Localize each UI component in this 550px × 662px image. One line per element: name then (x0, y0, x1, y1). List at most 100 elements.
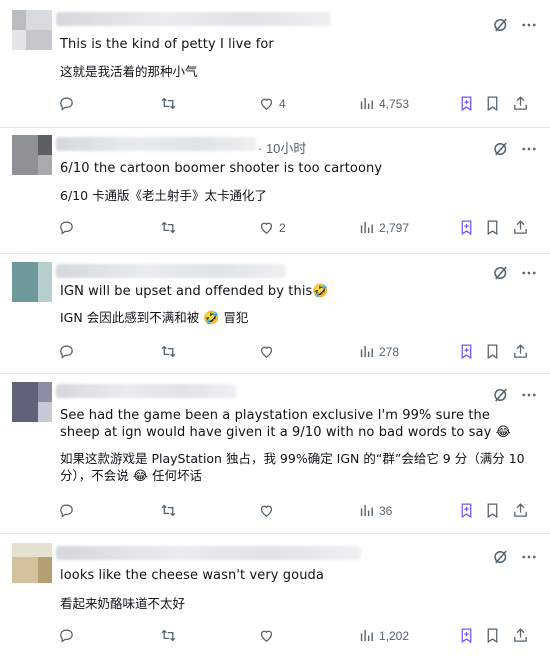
joy-emoji: 😂 (132, 469, 148, 484)
retweet-button[interactable] (160, 343, 181, 360)
retweet-button[interactable] (160, 627, 181, 644)
reply-icon (58, 343, 75, 360)
bookmark-plus-icon (458, 627, 475, 644)
heart-icon (258, 502, 275, 519)
bookmark-icon (484, 95, 501, 112)
retweet-icon (160, 502, 177, 519)
avatar[interactable] (12, 382, 52, 422)
like-button[interactable] (258, 502, 279, 519)
more-icon[interactable] (520, 16, 538, 34)
bookmark-button[interactable] (484, 627, 501, 644)
views-button[interactable]: 36 (358, 502, 392, 519)
share-icon (512, 502, 529, 519)
views-button[interactable]: 4,753 (358, 95, 409, 112)
share-button[interactable] (512, 343, 529, 360)
reply-icon (58, 219, 75, 236)
share-button[interactable] (512, 95, 529, 112)
views-icon (358, 95, 375, 112)
heart-icon (258, 219, 275, 236)
retweet-button[interactable] (160, 95, 181, 112)
reply-post[interactable]: See had the game been a playstation excl… (0, 374, 550, 534)
reply-button[interactable] (58, 502, 79, 519)
share-button[interactable] (512, 219, 529, 236)
retweet-icon (160, 343, 177, 360)
grok-icon[interactable] (492, 548, 510, 566)
grok-icon[interactable] (492, 140, 510, 158)
avatar[interactable] (12, 543, 52, 583)
share-icon (512, 627, 529, 644)
post-text-zh: IGN 会因此感到不满和被 🤣 冒犯 (60, 310, 249, 326)
like-button[interactable] (258, 627, 279, 644)
post-text-zh: 如果这款游戏是 PlayStation 独占，我 99%确定 IGN 的“群”会… (60, 451, 525, 484)
bookmark-button[interactable] (484, 343, 501, 360)
bookmark-plus-icon (458, 95, 475, 112)
retweet-button[interactable] (160, 502, 181, 519)
bookmark-plus-button[interactable] (458, 502, 475, 519)
bookmark-button[interactable] (484, 502, 501, 519)
bookmark-icon (484, 219, 501, 236)
more-icon[interactable] (520, 386, 538, 404)
author-name[interactable] (56, 384, 236, 398)
post-time[interactable]: · 10小时 (258, 138, 306, 157)
views-icon (358, 219, 375, 236)
bookmark-plus-icon (458, 219, 475, 236)
retweet-icon (160, 95, 177, 112)
grok-icon[interactable] (492, 264, 510, 282)
bookmark-plus-button[interactable] (458, 343, 475, 360)
reply-icon (58, 95, 75, 112)
share-button[interactable] (512, 502, 529, 519)
post-text-zh: 这就是我活着的那种小气 (60, 64, 198, 79)
reply-icon (58, 627, 75, 644)
post-text-zh: 6/10 卡通版《老土射手》太卡通化了 (60, 188, 268, 203)
share-button[interactable] (512, 627, 529, 644)
reply-post[interactable]: looks like the cheese wasn't very gouda … (0, 534, 550, 662)
grok-icon[interactable] (492, 386, 510, 404)
reply-button[interactable] (58, 627, 79, 644)
post-text-zh: 看起来奶酪味道不太好 (60, 596, 186, 611)
author-name[interactable] (56, 12, 331, 26)
views-button[interactable]: 1,202 (358, 627, 409, 644)
reply-icon (58, 502, 75, 519)
heart-icon (258, 627, 275, 644)
post-text-en: See had the game been a playstation excl… (60, 408, 511, 440)
post-text-en: This is the kind of petty I live for (60, 37, 274, 52)
views-button[interactable]: 2,797 (358, 219, 409, 236)
reply-feed: This is the kind of petty I live for 这就是… (0, 0, 550, 662)
bookmark-plus-button[interactable] (458, 95, 475, 112)
bookmark-plus-button[interactable] (458, 219, 475, 236)
author-name[interactable] (56, 546, 361, 560)
avatar[interactable] (12, 262, 52, 302)
rofl-emoji: 🤣 (312, 284, 329, 299)
bookmark-button[interactable] (484, 219, 501, 236)
reply-post[interactable]: · 10小时 6/10 the cartoon boomer shooter i… (0, 128, 550, 254)
reply-post[interactable]: This is the kind of petty I live for 这就是… (0, 0, 550, 128)
share-icon (512, 95, 529, 112)
share-icon (512, 343, 529, 360)
bookmark-plus-button[interactable] (458, 627, 475, 644)
more-icon[interactable] (520, 140, 538, 158)
bookmark-icon (484, 627, 501, 644)
author-name[interactable] (56, 264, 286, 278)
reply-post[interactable]: IGN will be upset and offended by this🤣 … (0, 254, 550, 374)
more-icon[interactable] (520, 548, 538, 566)
like-button[interactable]: 2 (258, 219, 286, 236)
bookmark-button[interactable] (484, 95, 501, 112)
reply-button[interactable] (58, 343, 79, 360)
bookmark-icon (484, 343, 501, 360)
bookmark-icon (484, 502, 501, 519)
reply-button[interactable] (58, 219, 79, 236)
like-button[interactable] (258, 343, 279, 360)
avatar[interactable] (12, 10, 52, 50)
like-button[interactable]: 4 (258, 95, 286, 112)
reply-button[interactable] (58, 95, 79, 112)
post-text-en: 6/10 the cartoon boomer shooter is too c… (60, 161, 383, 176)
author-name[interactable] (56, 137, 256, 151)
views-icon (358, 343, 375, 360)
views-button[interactable]: 278 (358, 343, 399, 360)
bookmark-plus-icon (458, 502, 475, 519)
share-icon (512, 219, 529, 236)
avatar[interactable] (12, 135, 52, 175)
grok-icon[interactable] (492, 16, 510, 34)
retweet-button[interactable] (160, 219, 181, 236)
more-icon[interactable] (520, 264, 538, 282)
